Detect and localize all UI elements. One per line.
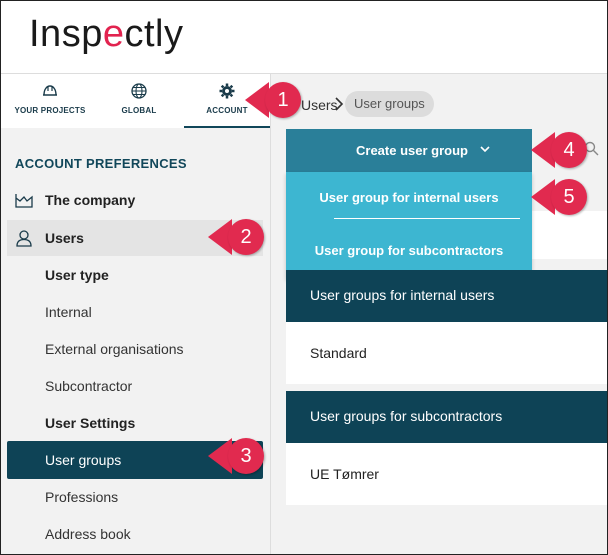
callout-number: 1	[265, 82, 301, 118]
chart-icon	[15, 194, 33, 208]
create-user-group-button[interactable]: Create user group	[286, 129, 532, 172]
gear-icon	[219, 83, 235, 99]
sidebar-item-label: The company	[45, 192, 136, 208]
tab-label: YOUR PROJECTS	[14, 106, 86, 115]
account-preferences-title: ACCOUNT PREFERENCES	[15, 156, 187, 171]
sidebar-item-label: Users	[45, 230, 84, 246]
sidebar-heading-user-type: User type	[45, 267, 109, 283]
list-item-label: UE Tømrer	[310, 466, 379, 482]
callout-4: 4	[531, 132, 587, 168]
globe-icon	[131, 83, 147, 99]
breadcrumb-parent[interactable]: Users	[301, 97, 338, 113]
sidebar-item-address-book[interactable]: Address book	[45, 526, 131, 542]
sidebar: YOUR PROJECTS GLOBAL ACCOUNT ACCOUNT PRE…	[1, 74, 271, 554]
callout-number: 4	[551, 132, 587, 168]
sidebar-heading-user-settings: User Settings	[45, 415, 136, 431]
sidebar-item-internal[interactable]: Internal	[45, 304, 92, 320]
callout-5: 5	[531, 179, 587, 215]
dropdown-divider	[334, 218, 520, 219]
sidebar-item-professions[interactable]: Professions	[45, 489, 118, 505]
list-item[interactable]: UE Tømrer	[286, 443, 607, 505]
helmet-icon	[43, 85, 57, 96]
app-header: Inspectly	[1, 1, 607, 74]
callout-number: 3	[228, 438, 264, 474]
sidebar-tabs: YOUR PROJECTS GLOBAL ACCOUNT	[1, 74, 270, 128]
menu-item-subcontractor-user-group[interactable]: User group for subcontractors	[286, 243, 532, 258]
breadcrumb-parent-label: Users	[301, 97, 338, 113]
tab-global[interactable]: GLOBAL	[96, 74, 182, 126]
chevron-right-icon	[335, 97, 344, 111]
inspectly-logo[interactable]: Inspectly	[29, 13, 183, 56]
list-item[interactable]: Standard	[286, 322, 607, 384]
section-header-internal: User groups for internal users	[286, 270, 607, 322]
section-title: User groups for subcontractors	[310, 408, 503, 424]
section-title: User groups for internal users	[310, 287, 495, 303]
list-item-label: Standard	[310, 345, 367, 361]
sidebar-item-subcontractor[interactable]: Subcontractor	[45, 378, 132, 394]
user-icon	[16, 230, 32, 247]
breadcrumb-current: User groups	[345, 91, 434, 117]
callout-3: 3	[208, 438, 264, 474]
chevron-down-icon	[480, 146, 490, 153]
sidebar-item-external-organisations[interactable]: External organisations	[45, 341, 184, 357]
section-header-subcontractors: User groups for subcontractors	[286, 391, 607, 443]
create-user-group-label: Create user group	[356, 143, 468, 158]
filter-card	[532, 211, 607, 259]
tab-your-projects[interactable]: YOUR PROJECTS	[7, 74, 93, 126]
callout-1: 1	[245, 82, 301, 118]
callout-number: 5	[551, 179, 587, 215]
create-user-group-dropdown: User group for internal users User group…	[286, 172, 532, 279]
menu-item-internal-user-group[interactable]: User group for internal users	[286, 190, 532, 205]
tab-label: GLOBAL	[121, 106, 157, 115]
callout-2: 2	[208, 219, 264, 255]
callout-number: 2	[228, 219, 264, 255]
app-window: Inspectly YOUR PROJECTS GLOBAL ACCOUNT A…	[0, 0, 608, 555]
logo-text: Inspectly	[29, 13, 184, 55]
sidebar-item-label: User groups	[45, 452, 122, 468]
